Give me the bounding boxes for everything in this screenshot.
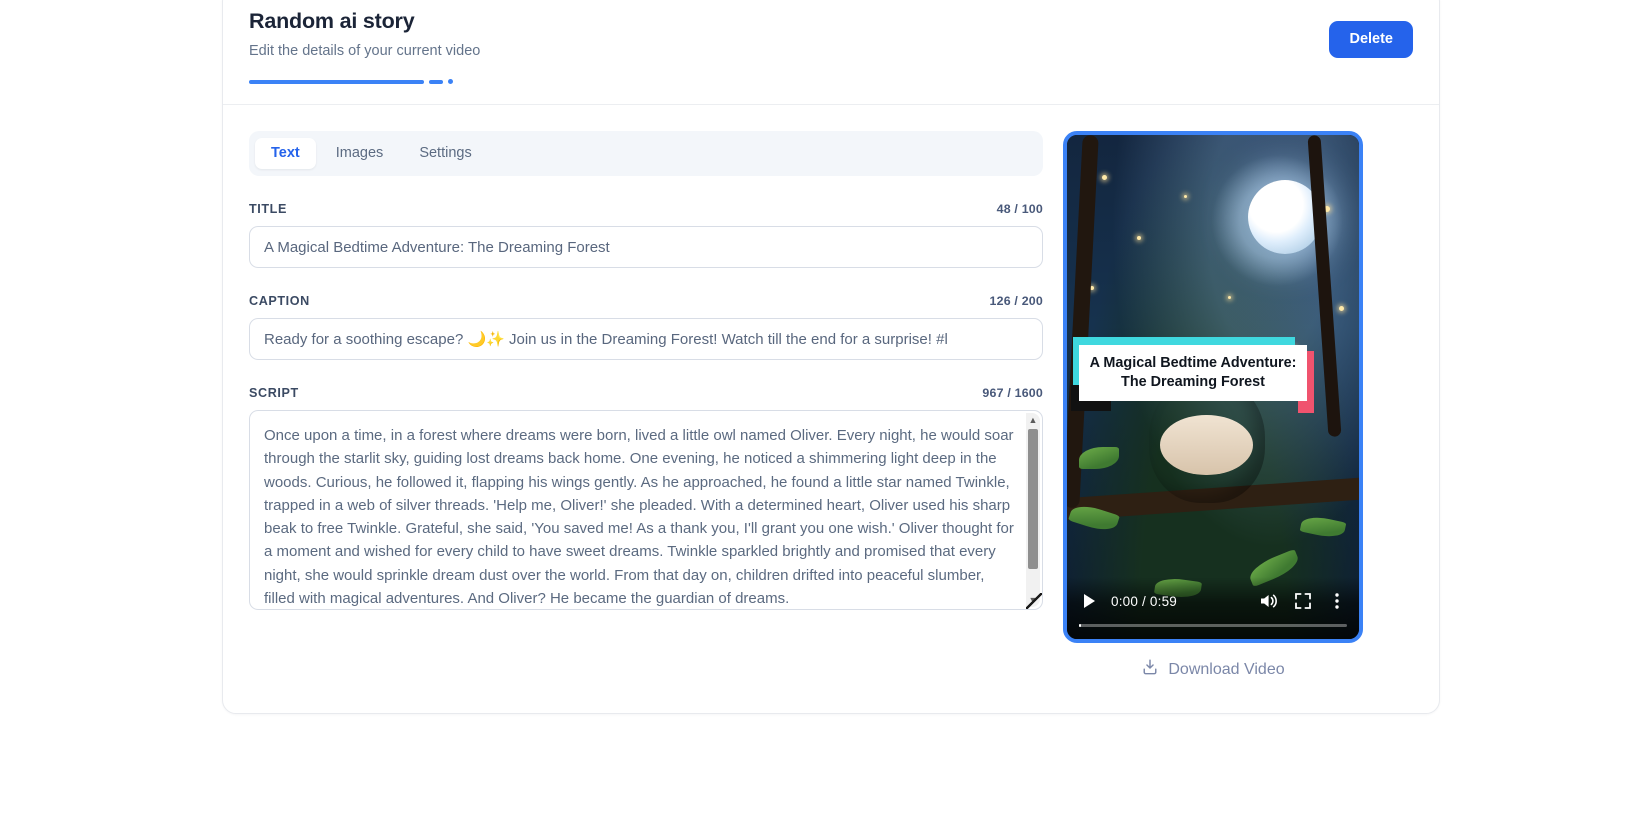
video-time-display: 0:00 / 0:59 (1111, 594, 1177, 609)
leaf-graphic (1079, 447, 1119, 469)
owl-face-graphic (1160, 415, 1253, 475)
overlay-title-text: A Magical Bedtime Adventure: The Dreamin… (1079, 345, 1307, 401)
caption-field-header: CAPTION 126 / 200 (249, 294, 1043, 308)
progress-segment-filled (249, 80, 424, 84)
scroll-up-arrow[interactable]: ▲ (1026, 413, 1040, 427)
star-graphic (1102, 175, 1107, 180)
progress-dot (448, 79, 453, 84)
download-icon (1141, 658, 1159, 681)
scrollbar-thumb[interactable] (1028, 429, 1038, 569)
title-counter: 48 / 100 (997, 202, 1043, 216)
script-label: SCRIPT (249, 386, 299, 400)
script-field-group: SCRIPT 967 / 1600 Once upon a time, in a… (249, 386, 1043, 610)
star-graphic (1137, 236, 1141, 240)
video-control-row: 0:00 / 0:59 (1067, 587, 1359, 615)
delete-button[interactable]: Delete (1329, 21, 1413, 58)
script-scrollbar[interactable]: ▲ ▼ (1026, 413, 1040, 607)
leaf-graphic (1299, 514, 1346, 541)
caption-input[interactable]: Ready for a soothing escape? 🌙✨ Join us … (249, 318, 1043, 360)
download-video-label: Download Video (1168, 661, 1284, 679)
card-body: Text Images Settings TITLE 48 / 100 A Ma… (223, 105, 1439, 713)
video-progress-played (1079, 624, 1081, 627)
step-progress-indicator (249, 79, 453, 84)
caption-counter: 126 / 200 (990, 294, 1043, 308)
script-field-header: SCRIPT 967 / 1600 (249, 386, 1043, 400)
editor-column: Text Images Settings TITLE 48 / 100 A Ma… (249, 131, 1043, 681)
page-title: Random ai story (249, 9, 1413, 35)
fullscreen-icon[interactable] (1291, 589, 1315, 613)
video-editor-card: Random ai story Edit the details of your… (222, 0, 1440, 714)
title-field-group: TITLE 48 / 100 A Magical Bedtime Adventu… (249, 202, 1043, 268)
app-root: Random ai story Edit the details of your… (0, 0, 1650, 825)
star-graphic (1184, 195, 1187, 198)
title-label: TITLE (249, 202, 287, 216)
script-counter: 967 / 1600 (982, 386, 1043, 400)
star-graphic (1228, 296, 1231, 299)
tab-settings[interactable]: Settings (403, 138, 487, 169)
resize-handle[interactable] (1026, 593, 1042, 609)
caption-field-group: CAPTION 126 / 200 Ready for a soothing e… (249, 294, 1043, 360)
caption-label: CAPTION (249, 294, 310, 308)
title-field-header: TITLE 48 / 100 (249, 202, 1043, 216)
title-input[interactable]: A Magical Bedtime Adventure: The Dreamin… (249, 226, 1043, 268)
tab-images[interactable]: Images (320, 138, 400, 169)
more-options-icon[interactable] (1325, 589, 1349, 613)
star-graphic (1090, 286, 1094, 290)
video-preview[interactable]: A Magical Bedtime Adventure: The Dreamin… (1063, 131, 1363, 643)
star-graphic (1339, 306, 1344, 311)
play-icon[interactable] (1077, 589, 1101, 613)
script-textarea[interactable]: Once upon a time, in a forest where drea… (249, 410, 1043, 610)
page-subtitle: Edit the details of your current video (249, 42, 1413, 61)
tab-text[interactable]: Text (255, 138, 316, 169)
volume-icon[interactable] (1257, 589, 1281, 613)
progress-segment-short (429, 80, 443, 84)
download-video-link[interactable]: Download Video (1063, 658, 1363, 681)
preview-column: A Magical Bedtime Adventure: The Dreamin… (1063, 131, 1363, 681)
script-text[interactable]: Once upon a time, in a forest where drea… (250, 411, 1042, 609)
card-header: Random ai story Edit the details of your… (223, 0, 1439, 105)
tab-bar: Text Images Settings (249, 131, 1043, 176)
video-title-overlay: A Magical Bedtime Adventure: The Dreamin… (1079, 345, 1307, 401)
video-progress-bar[interactable] (1079, 624, 1347, 627)
video-control-bar[interactable]: 0:00 / 0:59 (1067, 577, 1359, 639)
